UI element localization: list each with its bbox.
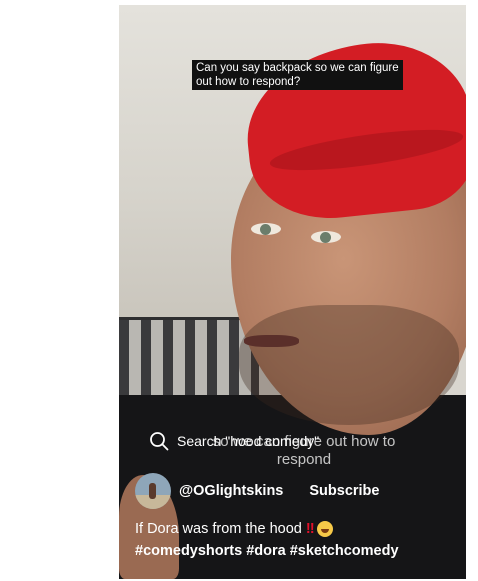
video-subject-eye: [311, 231, 341, 243]
search-icon: [150, 432, 169, 451]
video-subject-beard: [239, 305, 459, 425]
search-suggestion-label: Search "hood comedy": [177, 433, 320, 449]
video-caption: Can you say backpack so we can figure ou…: [192, 60, 403, 90]
shorts-video-player[interactable]: Can you say backpack so we can figure ou…: [119, 5, 466, 579]
video-hashtags[interactable]: #comedyshorts #dora #sketchcomedy: [135, 541, 399, 561]
video-title-text: If Dora was from the hood: [135, 521, 302, 537]
video-title[interactable]: If Dora was from the hood ‼: [135, 519, 333, 539]
channel-avatar[interactable]: [135, 473, 171, 509]
video-scenery-railing: [119, 320, 259, 400]
video-subject-mouth: [244, 335, 299, 347]
video-subject-eye: [251, 223, 281, 235]
subscribe-button[interactable]: Subscribe: [309, 483, 379, 499]
channel-row: @OGlightskins Subscribe: [135, 471, 379, 511]
search-suggestion-link[interactable]: Search "hood comedy": [141, 425, 349, 457]
rolling-on-floor-laughing-emoji-icon: [316, 521, 333, 537]
caption-line-1: Can you say backpack so we can figure: [196, 62, 399, 74]
double-exclamation-mark: ‼: [305, 521, 315, 537]
channel-handle[interactable]: @OGlightskins: [179, 483, 283, 499]
caption-line-2: out how to respond?: [196, 76, 301, 88]
